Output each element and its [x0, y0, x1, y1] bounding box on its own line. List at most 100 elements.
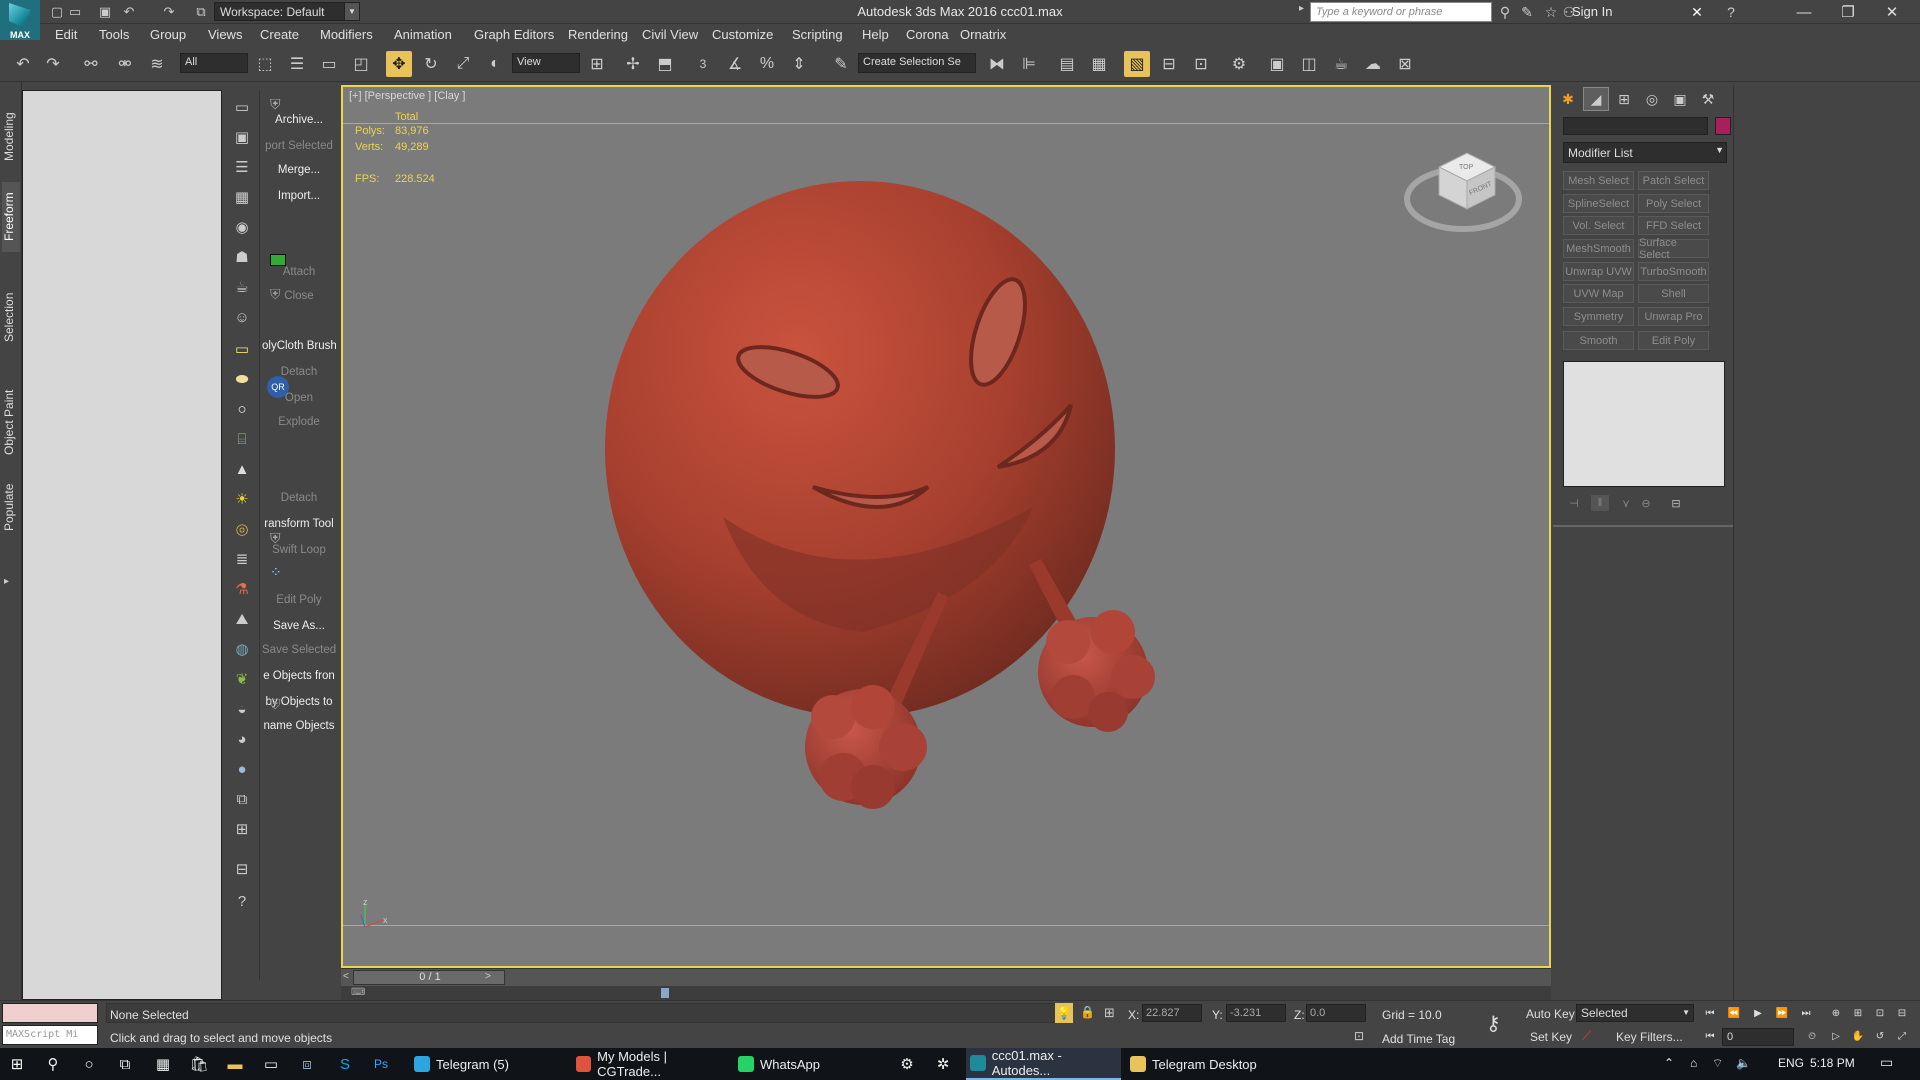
script-tool-button[interactable]: e Objects fron — [262, 670, 336, 682]
select-object-icon[interactable]: ⬚ — [252, 51, 278, 77]
menu-views[interactable]: Views — [208, 27, 242, 42]
rename-objects-icon[interactable]: ⊞ — [231, 818, 253, 840]
torus-icon[interactable]: ◎ — [231, 518, 253, 540]
named-selection-set-dropdown[interactable]: Create Selection Se — [858, 53, 976, 73]
search-icon[interactable]: ⚲ — [38, 1052, 68, 1076]
layers-icon[interactable]: ⊟ — [231, 858, 253, 880]
mountain-icon[interactable]: ⛰ — [231, 608, 253, 630]
show-end-result-icon[interactable]: ‖ — [1591, 495, 1609, 511]
toggle-ribbon-icon[interactable]: ▦ — [1086, 51, 1112, 77]
notifications-icon[interactable]: ▭ — [1880, 1054, 1893, 1071]
sphere-blue-icon[interactable]: ● — [231, 758, 253, 780]
tab-populate[interactable]: Populate — [2, 472, 20, 542]
ribbon-expand-icon[interactable]: ▸ — [4, 576, 9, 587]
photoshop-icon[interactable]: Ps — [366, 1052, 396, 1076]
menu-graph-editors[interactable]: Graph Editors — [474, 27, 554, 42]
pivot-point-icon[interactable]: ⊞ — [584, 51, 610, 77]
menu-corona[interactable]: Corona — [906, 27, 949, 42]
circle-icon[interactable]: ○ — [231, 398, 253, 420]
script-tool-button[interactable]: Edit Poly — [262, 594, 336, 606]
spinner-snap-icon[interactable]: ⇕ — [786, 51, 812, 77]
script-tool-button[interactable]: port Selected — [262, 140, 336, 152]
help-icon[interactable]: ? — [1722, 3, 1740, 21]
display-tab-icon[interactable]: ▣ — [1667, 87, 1693, 111]
set-key-button[interactable]: Set Key — [1530, 1028, 1572, 1046]
auto-key-button[interactable]: Auto Key — [1526, 1005, 1575, 1023]
scene-explorer[interactable] — [22, 90, 222, 1000]
render-production-icon[interactable]: ◫ — [1296, 51, 1322, 77]
object-color-swatch[interactable] — [1715, 117, 1731, 135]
create-tab-icon[interactable]: ✱ — [1555, 87, 1581, 111]
time-slider-next-icon[interactable]: > — [485, 971, 491, 982]
curve-editor-icon[interactable]: ▧ — [1124, 51, 1150, 77]
workspace-expand-icon[interactable]: ▼ — [344, 2, 360, 21]
zoom-extents-icon[interactable]: ⊡ — [1870, 1004, 1890, 1022]
new-file-icon[interactable]: ▢ — [48, 3, 66, 21]
modifier-button[interactable]: Poly Select — [1638, 194, 1709, 213]
snaps-toggle-icon[interactable]: 3 — [690, 51, 716, 77]
script-tool-button[interactable]: Detach — [262, 492, 336, 504]
perspective-viewport[interactable]: [+] [Perspective ] [Clay ] Total Polys: 8… — [341, 85, 1551, 968]
communication-center-icon[interactable]: ✎ — [1518, 3, 1536, 21]
redo-icon[interactable]: ↷ — [160, 3, 178, 21]
track-bar-icon[interactable]: ⌨ — [351, 987, 365, 998]
binoculars-icon[interactable]: ⚲ — [1496, 3, 1514, 21]
modifier-button[interactable]: TurboSmooth — [1638, 262, 1709, 281]
help-circle-icon[interactable]: ? — [231, 890, 253, 912]
cone-icon[interactable]: ▲ — [231, 458, 253, 480]
motion-tab-icon[interactable]: ◎ — [1639, 87, 1665, 111]
maxscript-mini-listener[interactable]: MAXScript Mi — [2, 1025, 98, 1045]
list-icon[interactable]: ☰ — [231, 156, 253, 178]
script-tool-button[interactable]: ransform Tool — [262, 518, 336, 530]
menu-ornatrix[interactable]: Ornatrix — [960, 27, 1006, 42]
stack-icon[interactable]: ≣ — [231, 548, 253, 570]
tab-selection[interactable]: Selection — [2, 282, 20, 352]
steam-icon[interactable]: ⚙ — [892, 1052, 922, 1076]
cylinder-icon[interactable]: ⌸ — [231, 428, 253, 450]
current-frame-field[interactable]: 0 — [1722, 1028, 1794, 1046]
track-bar[interactable]: ⌨ — [341, 986, 1551, 1000]
select-by-name-icon[interactable]: ☰ — [284, 51, 310, 77]
modifier-button[interactable]: MeshSmooth — [1563, 239, 1634, 258]
unlink-icon[interactable]: ⚮ — [112, 51, 138, 77]
material-ball-icon[interactable]: ◕ — [231, 728, 253, 750]
modifier-button[interactable]: Shell — [1638, 284, 1709, 303]
modifier-button[interactable]: Mesh Select — [1563, 171, 1634, 190]
modifier-button[interactable]: Edit Poly — [1638, 331, 1709, 350]
wifi-icon[interactable]: ⌔ — [1712, 1056, 1723, 1071]
menu-create[interactable]: Create — [260, 27, 299, 42]
modify-tab-icon[interactable]: ◢ — [1583, 87, 1609, 111]
menu-help[interactable]: Help — [862, 27, 889, 42]
volume-icon[interactable]: 🔈 — [1736, 1056, 1751, 1070]
camera-icon[interactable]: ◉ — [231, 216, 253, 238]
track-bar-keyframe[interactable] — [661, 988, 669, 998]
modifier-button[interactable]: Vol. Select — [1563, 216, 1634, 235]
menu-modifiers[interactable]: Modifiers — [320, 27, 373, 42]
language-indicator[interactable]: ENG — [1778, 1056, 1804, 1070]
grass-icon[interactable]: ❦ — [231, 668, 253, 690]
taskbar-app[interactable]: My Models | CGTrade... — [572, 1048, 727, 1080]
maxscript-listener-output[interactable] — [2, 1003, 98, 1023]
angle-snap-icon[interactable]: ∡ — [722, 51, 748, 77]
go-to-end-icon[interactable]: ⏭ — [1796, 1004, 1816, 1022]
script-tool-button[interactable]: Save Selected — [262, 644, 336, 656]
key-mode-toggle-icon[interactable]: ⏮ — [1700, 1027, 1720, 1045]
menu-group[interactable]: Group — [150, 27, 186, 42]
menu-rendering[interactable]: Rendering — [568, 27, 628, 42]
app-logo[interactable]: MAX — [0, 0, 40, 40]
render-setup-icon[interactable]: ⚙ — [1226, 51, 1252, 77]
tray-network-icon[interactable]: ⌂ — [1690, 1056, 1697, 1070]
modifier-button[interactable]: Symmetry — [1563, 307, 1634, 326]
menu-animation[interactable]: Animation — [394, 27, 452, 42]
open-file-icon[interactable]: ▭ — [66, 3, 84, 21]
pan-view-icon[interactable]: ✋ — [1848, 1027, 1868, 1045]
select-and-move-icon[interactable]: ✥ — [386, 51, 412, 77]
modifier-stack[interactable] — [1563, 361, 1725, 487]
menu-scripting[interactable]: Scripting — [792, 27, 843, 42]
skype-icon[interactable]: S — [330, 1052, 360, 1076]
go-to-start-icon[interactable]: ⏮ — [1700, 1004, 1720, 1022]
modifier-button[interactable]: Surface Select — [1638, 237, 1709, 261]
qr-icon[interactable]: QR — [267, 376, 289, 398]
taskbar-app[interactable]: ccc01.max - Autodes... — [966, 1048, 1121, 1080]
zoom-all-icon[interactable]: ⊞ — [1848, 1004, 1868, 1022]
